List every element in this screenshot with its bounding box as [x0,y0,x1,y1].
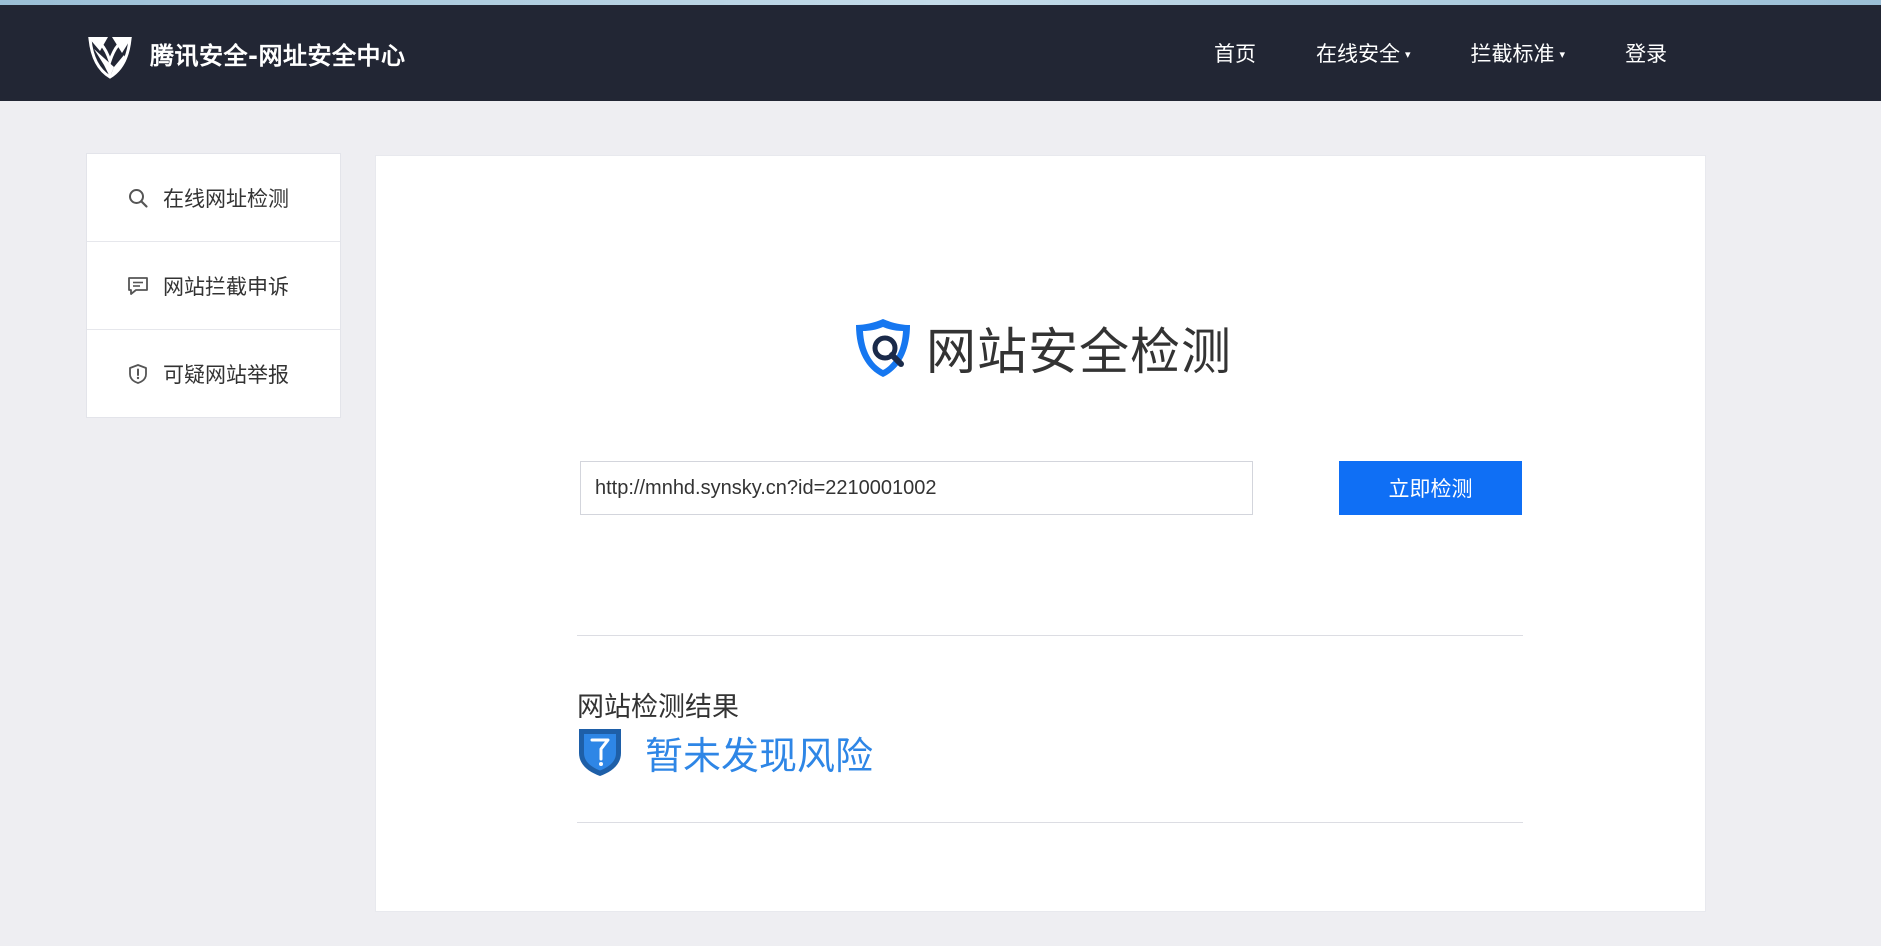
sidebar-item-report-site[interactable]: 可疑网站举报 [87,330,340,418]
divider [577,635,1523,636]
search-icon [129,188,148,208]
nav-online-security-label: 在线安全 [1316,42,1400,66]
sidebar-item-label: 在线网址检测 [163,186,289,211]
result-status: 暂未发现风险 [577,727,874,778]
sidebar: 在线网址检测 网站拦截申诉 可疑网站举报 [86,153,341,418]
nav-online-security[interactable]: 在线安全 ▾ [1316,38,1411,68]
divider [577,822,1523,823]
chat-bubble-icon [128,276,148,295]
shield-search-icon [856,319,910,377]
unknown-shield-icon [579,729,621,776]
check-now-button[interactable]: 立即检测 [1339,461,1522,515]
sidebar-item-url-check[interactable]: 在线网址检测 [87,154,340,242]
caret-down-icon: ▾ [1405,47,1411,61]
result-status-text: 暂未发现风险 [645,733,874,778]
hero-heading: 网站安全检测 [848,313,1232,383]
sidebar-item-label: 可疑网站举报 [163,363,289,387]
shield-alert-icon [129,364,147,384]
nav-block-standards[interactable]: 拦截标准 ▾ [1471,38,1566,68]
sidebar-item-label: 网站拦截申诉 [163,274,289,299]
nav-home[interactable]: 首页 [1214,38,1256,68]
nav-login-label: 登录 [1625,42,1668,66]
caret-down-icon: ▾ [1559,47,1566,61]
nav-block-standards-label: 拦截标准 [1470,42,1555,66]
hero-title: 网站安全检测 [926,323,1232,381]
brand-title: 腾讯安全-网址安全中心 [150,41,406,70]
nav-login[interactable]: 登录 [1625,38,1667,68]
main-panel: 网站安全检测 立即检测 网站检测结果 暂未发现风险 [375,155,1706,912]
top-header: 腾讯安全-网址安全中心 首页 在线安全 ▾ 拦截标准 ▾ 登录 [0,5,1881,101]
top-nav: 首页 在线安全 ▾ 拦截标准 ▾ 登录 [1214,5,1667,101]
result-label: 网站检测结果 [577,692,739,723]
brand-link[interactable]: 腾讯安全-网址安全中心 [84,27,405,79]
nav-home-label: 首页 [1214,42,1256,66]
url-input[interactable] [580,461,1253,515]
tencent-security-logo-icon [88,37,132,79]
sidebar-item-block-appeal[interactable]: 网站拦截申诉 [87,242,340,330]
